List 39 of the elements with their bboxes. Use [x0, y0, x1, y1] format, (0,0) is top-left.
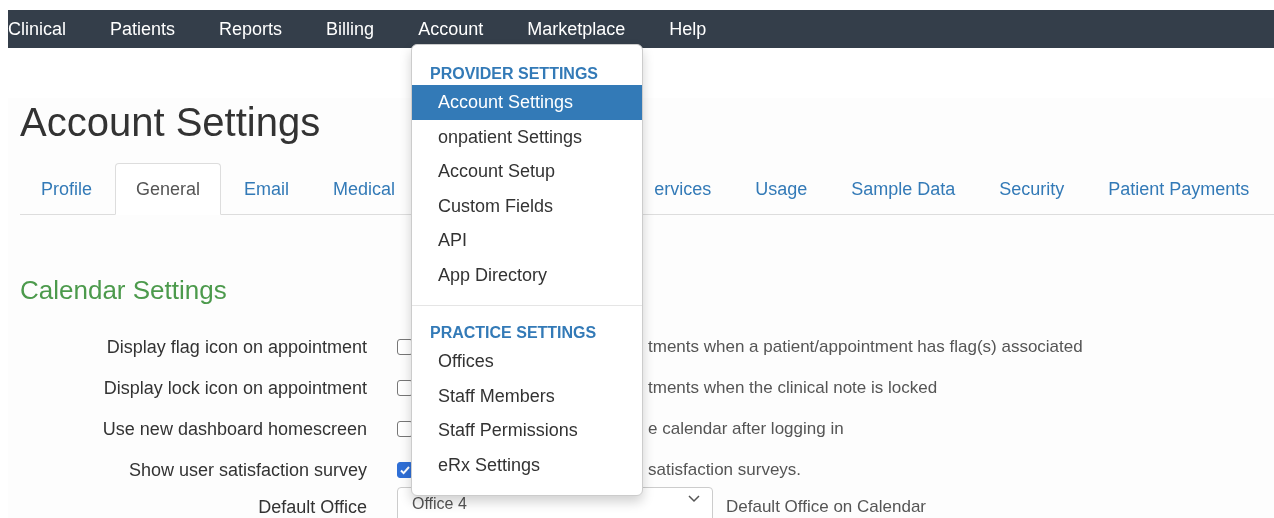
menu-item[interactable]: Offices — [412, 344, 642, 379]
setting-help-text: e calendar after logging in — [648, 419, 844, 439]
setting-label: Display flag icon on appointment — [105, 336, 367, 358]
tab[interactable]: Email — [223, 163, 311, 215]
menu-section-header: PROVIDER SETTINGS — [429, 64, 600, 84]
tab[interactable]: Usage — [734, 163, 829, 215]
menu-item[interactable]: Staff Permissions — [412, 413, 642, 448]
nav-menu-item[interactable]: Help — [647, 18, 729, 40]
nav-menu-item[interactable]: Account — [396, 18, 506, 40]
menu-item[interactable]: App Directory — [412, 257, 642, 292]
section-title: Calendar Settings — [20, 274, 227, 307]
nav-menu-item[interactable]: Reports — [197, 18, 305, 40]
menu-item[interactable]: onpatient Settings — [412, 119, 642, 154]
tab[interactable]: General — [115, 163, 222, 215]
menu-item[interactable]: API — [412, 223, 642, 258]
menu-item[interactable]: eRx Settings — [412, 447, 642, 482]
chevron-down-icon — [688, 495, 700, 503]
setting-help-text: tments when a patient/appointment has flag(s) associated — [648, 337, 1083, 357]
tab[interactable]: Sample Data — [830, 163, 977, 215]
tab[interactable]: Security — [978, 163, 1086, 215]
menu-item[interactable]: Account Settings — [412, 85, 642, 120]
setting-help-text: Default Office on Calendar — [726, 497, 927, 517]
menu-item[interactable]: Custom Fields — [412, 188, 642, 223]
tab[interactable]: Patient Payments — [1087, 163, 1271, 215]
setting-help-text: satisfaction surveys. — [648, 460, 802, 480]
nav-menu-item[interactable]: Marketplace — [505, 18, 648, 40]
menu-item[interactable]: Staff Members — [412, 378, 642, 413]
tab[interactable]: Profile — [20, 163, 114, 215]
menu-item[interactable]: Account Setup — [412, 154, 642, 189]
setting-label: Display lock icon on appointment — [102, 377, 367, 399]
nav-menu-item[interactable]: Patients — [88, 18, 198, 40]
setting-help-text: tments when the clinical note is locked — [648, 378, 938, 398]
nav-menu-item[interactable]: Billing — [304, 18, 397, 40]
setting-label: Show user satisfaction survey — [127, 459, 367, 481]
setting-label: Default Office — [257, 496, 367, 518]
page-title: Account Settings — [20, 99, 321, 146]
menu-section-header: PRACTICE SETTINGS — [429, 323, 598, 343]
nav-menu-item[interactable]: Clinical — [8, 18, 89, 40]
setting-label: Use new dashboard homescreen — [101, 418, 367, 440]
